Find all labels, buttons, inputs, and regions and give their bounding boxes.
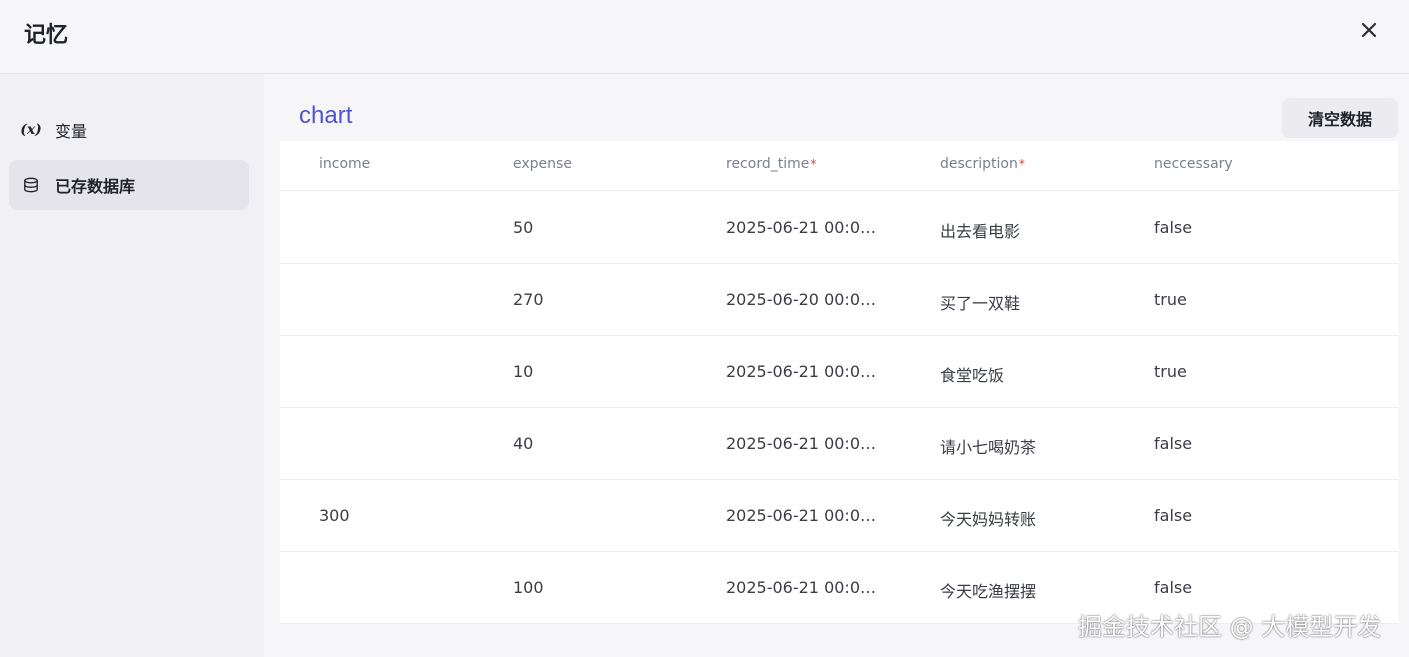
database-icon bbox=[9, 176, 39, 194]
column-header-description: description* bbox=[940, 156, 1025, 172]
data-table: income expense record_time* description*… bbox=[280, 141, 1398, 624]
cell-record-time: 2025-06-21 00:0… bbox=[726, 434, 876, 453]
cell-neccessary: true bbox=[1154, 362, 1187, 381]
cell-record-time: 2025-06-21 00:0… bbox=[726, 362, 876, 381]
table-row[interactable]: 270 2025-06-20 00:0… 买了一双鞋 true bbox=[280, 264, 1398, 336]
column-header-income: income bbox=[319, 156, 370, 172]
cell-record-time: 2025-06-21 00:0… bbox=[726, 578, 876, 597]
cell-neccessary: false bbox=[1154, 434, 1193, 453]
cell-description: 出去看电影 bbox=[940, 222, 1021, 241]
cell-record-time: 2025-06-20 00:0… bbox=[726, 290, 876, 309]
variable-icon-glyph: (x) bbox=[20, 122, 42, 138]
sidebar-item-label: 已存数据库 bbox=[55, 177, 136, 196]
table-name: chart bbox=[299, 102, 353, 129]
table-row[interactable]: 50 2025-06-21 00:0… 出去看电影 false bbox=[280, 192, 1398, 264]
table-row[interactable]: 300 2025-06-21 00:0… 今天妈妈转账 false bbox=[280, 480, 1398, 552]
column-header-label: neccessary bbox=[1154, 156, 1233, 172]
dialog-header: 记忆 bbox=[0, 0, 1409, 74]
cell-neccessary: false bbox=[1154, 506, 1193, 525]
sidebar: (x) 变量 已存数据库 bbox=[0, 75, 264, 657]
cell-description: 今天妈妈转账 bbox=[940, 510, 1037, 529]
cell-income: 300 bbox=[319, 506, 350, 525]
cell-expense: 40 bbox=[513, 434, 534, 453]
watermark: 掘金技术社区 @ 大模型开发 bbox=[1078, 613, 1382, 641]
sidebar-item-variables[interactable]: (x) 变量 bbox=[9, 105, 249, 155]
cell-description: 买了一双鞋 bbox=[940, 294, 1021, 313]
close-icon bbox=[1361, 22, 1377, 38]
cell-description: 请小七喝奶茶 bbox=[940, 438, 1037, 457]
clear-data-button[interactable]: 清空数据 bbox=[1282, 98, 1398, 138]
cell-description: 今天吃渔摆摆 bbox=[940, 582, 1037, 601]
column-header-neccessary: neccessary bbox=[1154, 156, 1233, 172]
column-header-label: expense bbox=[513, 156, 572, 172]
required-mark: * bbox=[810, 157, 817, 171]
column-header-label: income bbox=[319, 156, 371, 172]
cell-expense: 270 bbox=[513, 290, 544, 309]
cell-expense: 50 bbox=[513, 218, 534, 237]
sidebar-item-saved-database[interactable]: 已存数据库 bbox=[9, 160, 249, 210]
cell-neccessary: true bbox=[1154, 290, 1187, 309]
dialog-title: 记忆 bbox=[24, 23, 69, 48]
cell-description: 食堂吃饭 bbox=[940, 366, 1005, 385]
close-button[interactable] bbox=[1354, 15, 1384, 45]
cell-expense: 10 bbox=[513, 362, 534, 381]
cell-neccessary: false bbox=[1154, 578, 1193, 597]
required-mark: * bbox=[1018, 157, 1025, 171]
sidebar-item-label: 变量 bbox=[55, 122, 88, 141]
cell-expense: 100 bbox=[513, 578, 544, 597]
column-header-label: record_time bbox=[726, 156, 810, 172]
table-header: income expense record_time* description*… bbox=[280, 141, 1398, 191]
column-header-label: description bbox=[940, 156, 1018, 172]
cell-record-time: 2025-06-21 00:0… bbox=[726, 506, 876, 525]
column-header-record-time: record_time* bbox=[726, 156, 816, 172]
variable-icon: (x) bbox=[9, 122, 42, 138]
table-row[interactable]: 40 2025-06-21 00:0… 请小七喝奶茶 false bbox=[280, 408, 1398, 480]
cell-neccessary: false bbox=[1154, 218, 1193, 237]
table-row[interactable]: 10 2025-06-21 00:0… 食堂吃饭 true bbox=[280, 336, 1398, 408]
cell-record-time: 2025-06-21 00:0… bbox=[726, 218, 876, 237]
column-header-expense: expense bbox=[513, 156, 572, 172]
